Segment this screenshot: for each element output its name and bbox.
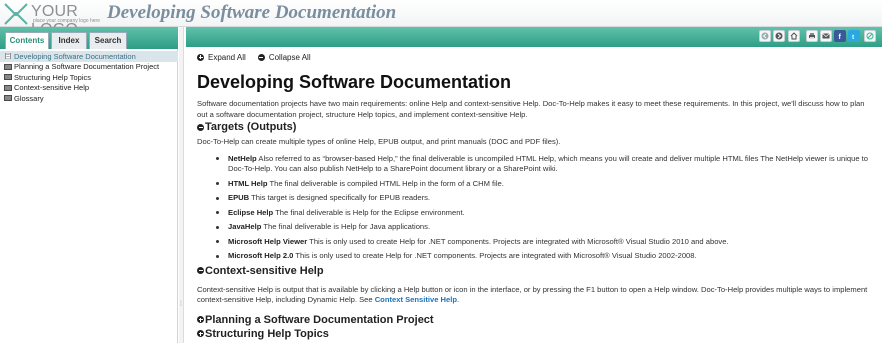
target-term: HTML Help (228, 178, 268, 188)
structuring-heading[interactable]: Structuring Help Topics (197, 327, 877, 341)
forward-button[interactable] (773, 30, 785, 42)
collapse-section-icon (197, 267, 204, 274)
sync-toc-button[interactable] (864, 30, 876, 42)
book-icon (4, 74, 12, 81)
sync-toc-icon (866, 32, 874, 40)
email-button[interactable] (820, 30, 832, 42)
svg-text:f: f (839, 34, 842, 40)
target-desc: The final deliverable is Help for Java a… (261, 222, 431, 231)
topic-title: Developing Software Documentation (197, 72, 512, 92)
content-toolbar: f t (186, 27, 882, 47)
target-desc: The final deliverable is compiled HTML H… (267, 178, 504, 188)
toc-item-label: Structuring Help Topics (14, 72, 91, 82)
expand-collapse-row: Expand All Collapse All (197, 50, 877, 64)
pane-splitter[interactable] (179, 27, 184, 343)
list-item: Microsoft Help Viewer This is only used … (216, 236, 877, 248)
topic-content: Expand All Collapse All Developing Softw… (197, 50, 877, 341)
tab-contents[interactable]: Contents (5, 32, 49, 49)
list-item: Eclipse Help The final deliverable is He… (216, 207, 877, 219)
forward-icon (775, 32, 783, 40)
nav-tab-bar: Contents Index Search (0, 27, 178, 49)
csh-heading[interactable]: Context-sensitive Help (197, 264, 877, 278)
company-logo: YOUR LOGO place your company logo here (3, 2, 100, 38)
list-item: HTML Help The final deliverable is compi… (216, 178, 877, 190)
expand-icon (197, 53, 204, 61)
back-button[interactable] (759, 30, 771, 42)
collapse-all-button[interactable]: Collapse All (257, 52, 311, 62)
home-button[interactable] (788, 30, 800, 42)
logo-subtext: place your company logo here (33, 18, 100, 24)
list-item: Microsoft Help 2.0 This is only used to … (216, 251, 877, 262)
toc-item-context-sensitive-help[interactable]: Context-sensitive Help (0, 83, 178, 94)
facebook-button[interactable]: f (834, 30, 846, 42)
book-icon (4, 63, 12, 70)
print-button[interactable] (806, 30, 818, 42)
target-term: Microsoft Help 2.0 (228, 251, 294, 260)
svg-text:t: t (852, 34, 855, 40)
targets-list: NetHelp Also referred to as “browser-bas… (216, 153, 877, 262)
print-icon (809, 33, 815, 39)
toc-item-label: Context-sensitive Help (14, 83, 90, 93)
csh-heading-text: Context-sensitive Help (205, 264, 324, 277)
context-sensitive-help-link[interactable]: Context Sensitive Help (375, 295, 457, 304)
target-term: EPUB (228, 193, 250, 202)
list-item: NetHelp Also referred to as “browser-bas… (216, 153, 877, 175)
expand-section-icon (197, 316, 204, 323)
email-icon (822, 33, 830, 39)
toc-item-structuring-help-topics[interactable]: Structuring Help Topics (0, 72, 178, 83)
list-item: JavaHelp The final deliverable is Help f… (216, 222, 877, 233)
collapse-all-label: Collapse All (268, 52, 311, 62)
splitter-grip-icon[interactable]: ⁞ (180, 301, 182, 308)
expand-all-label: Expand All (208, 52, 246, 62)
toc-item-developing-software-documentation[interactable]: Developing Software Documentation (0, 51, 178, 62)
target-desc: This target is designed specifically for… (249, 193, 431, 202)
targets-heading[interactable]: Targets (Outputs) (197, 120, 877, 134)
header-bar: YOUR LOGO place your company logo here D… (0, 0, 882, 38)
home-icon (790, 32, 798, 40)
csh-end: . (457, 295, 460, 304)
targets-heading-text: Targets (Outputs) (205, 121, 297, 133)
toc-item-label: Developing Software Documentation (14, 51, 136, 61)
list-item: EPUB This target is designed specificall… (216, 193, 877, 204)
twitter-button[interactable]: t (848, 30, 860, 42)
targets-intro: Doc-To-Help can create multiple types of… (197, 137, 561, 146)
csh-paragraph: Context-sensitive Help is output that is… (197, 285, 877, 306)
collapse-section-icon (197, 123, 204, 131)
intro-paragraph: Software documentation projects have two… (197, 99, 865, 119)
page-icon (5, 53, 11, 60)
planning-heading-text: Planning a Software Documentation Projec… (205, 313, 434, 326)
logo-mark-icon (4, 3, 28, 25)
tab-search[interactable]: Search (89, 32, 127, 49)
expand-section-icon (197, 330, 204, 337)
navigation-pane: Contents Index Search Developing Softwar… (0, 27, 178, 343)
planning-heading[interactable]: Planning a Software Documentation Projec… (197, 313, 877, 327)
toc-item-label: Planning a Software Documentation Projec… (14, 62, 160, 72)
target-term: JavaHelp (228, 222, 262, 231)
tab-index[interactable]: Index (51, 32, 87, 49)
csh-text: Context-sensitive Help is output that is… (197, 284, 868, 305)
toc-item-planning[interactable]: Planning a Software Documentation Projec… (0, 62, 178, 73)
toc-tree: Developing Software Documentation Planni… (0, 51, 178, 104)
book-icon (4, 95, 12, 102)
target-term: NetHelp (228, 153, 257, 163)
target-desc: This is only used to create Help for .NE… (293, 251, 697, 260)
target-term: Microsoft Help Viewer (228, 236, 308, 246)
target-term: Eclipse Help (228, 207, 274, 217)
site-title: Developing Software Documentation (107, 2, 397, 23)
collapse-icon (257, 53, 265, 61)
twitter-icon: t (852, 34, 855, 40)
toc-item-label: Glossary (14, 93, 44, 103)
structuring-heading-text: Structuring Help Topics (205, 327, 329, 340)
target-desc: The final deliverable is Help for the Ec… (273, 207, 465, 217)
back-icon (761, 32, 769, 40)
facebook-icon: f (839, 34, 842, 40)
target-desc: Also referred to as “browser-based Help,… (228, 153, 868, 174)
expand-all-button[interactable]: Expand All (197, 53, 246, 62)
toc-item-glossary[interactable]: Glossary (0, 93, 178, 104)
book-icon (4, 84, 12, 91)
target-desc: This is only used to create Help for .NE… (307, 236, 729, 246)
